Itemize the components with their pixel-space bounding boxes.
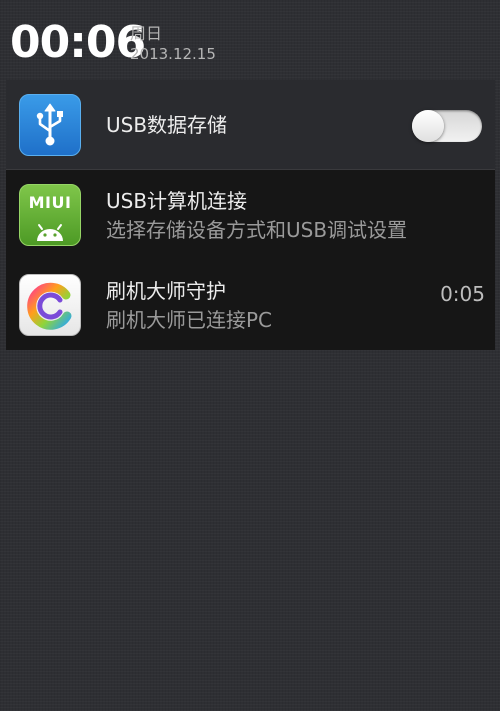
weekday-label: 周日 (130, 24, 163, 43)
clock-time: 00:06 (10, 17, 146, 68)
notification-time: 0:05 (440, 282, 485, 306)
shuaji-subtitle: 刷机大师已连接PC (106, 308, 273, 332)
usb-storage-toggle[interactable] (412, 110, 482, 142)
shuaji-title: 刷机大师守护 (106, 279, 226, 303)
usb-connection-subtitle: 选择存储设备方式和USB调试设置 (106, 218, 408, 242)
notification-panel: USB数据存储 MIUI USB计算机连接 选择存储设备方式和USB调试设置 刷… (6, 80, 495, 350)
usb-storage-title: USB数据存储 (106, 113, 228, 137)
date-block: 周日 2013.12.15 (130, 24, 216, 64)
usb-connection-title: USB计算机连接 (106, 189, 248, 213)
notification-usb-storage[interactable]: USB数据存储 (6, 80, 495, 170)
toggle-knob (412, 110, 444, 142)
status-header: 00:06 周日 2013.12.15 (0, 0, 500, 80)
usb-icon (19, 94, 81, 156)
miui-android-icon: MIUI (19, 184, 81, 246)
date-label: 2013.12.15 (130, 45, 216, 63)
notification-shuaji-dashi[interactable]: 刷机大师守护 刷机大师已连接PC 0:05 (6, 260, 495, 349)
shuaji-dashi-icon (19, 274, 81, 336)
notification-usb-connection[interactable]: MIUI USB计算机连接 选择存储设备方式和USB调试设置 (6, 170, 495, 259)
